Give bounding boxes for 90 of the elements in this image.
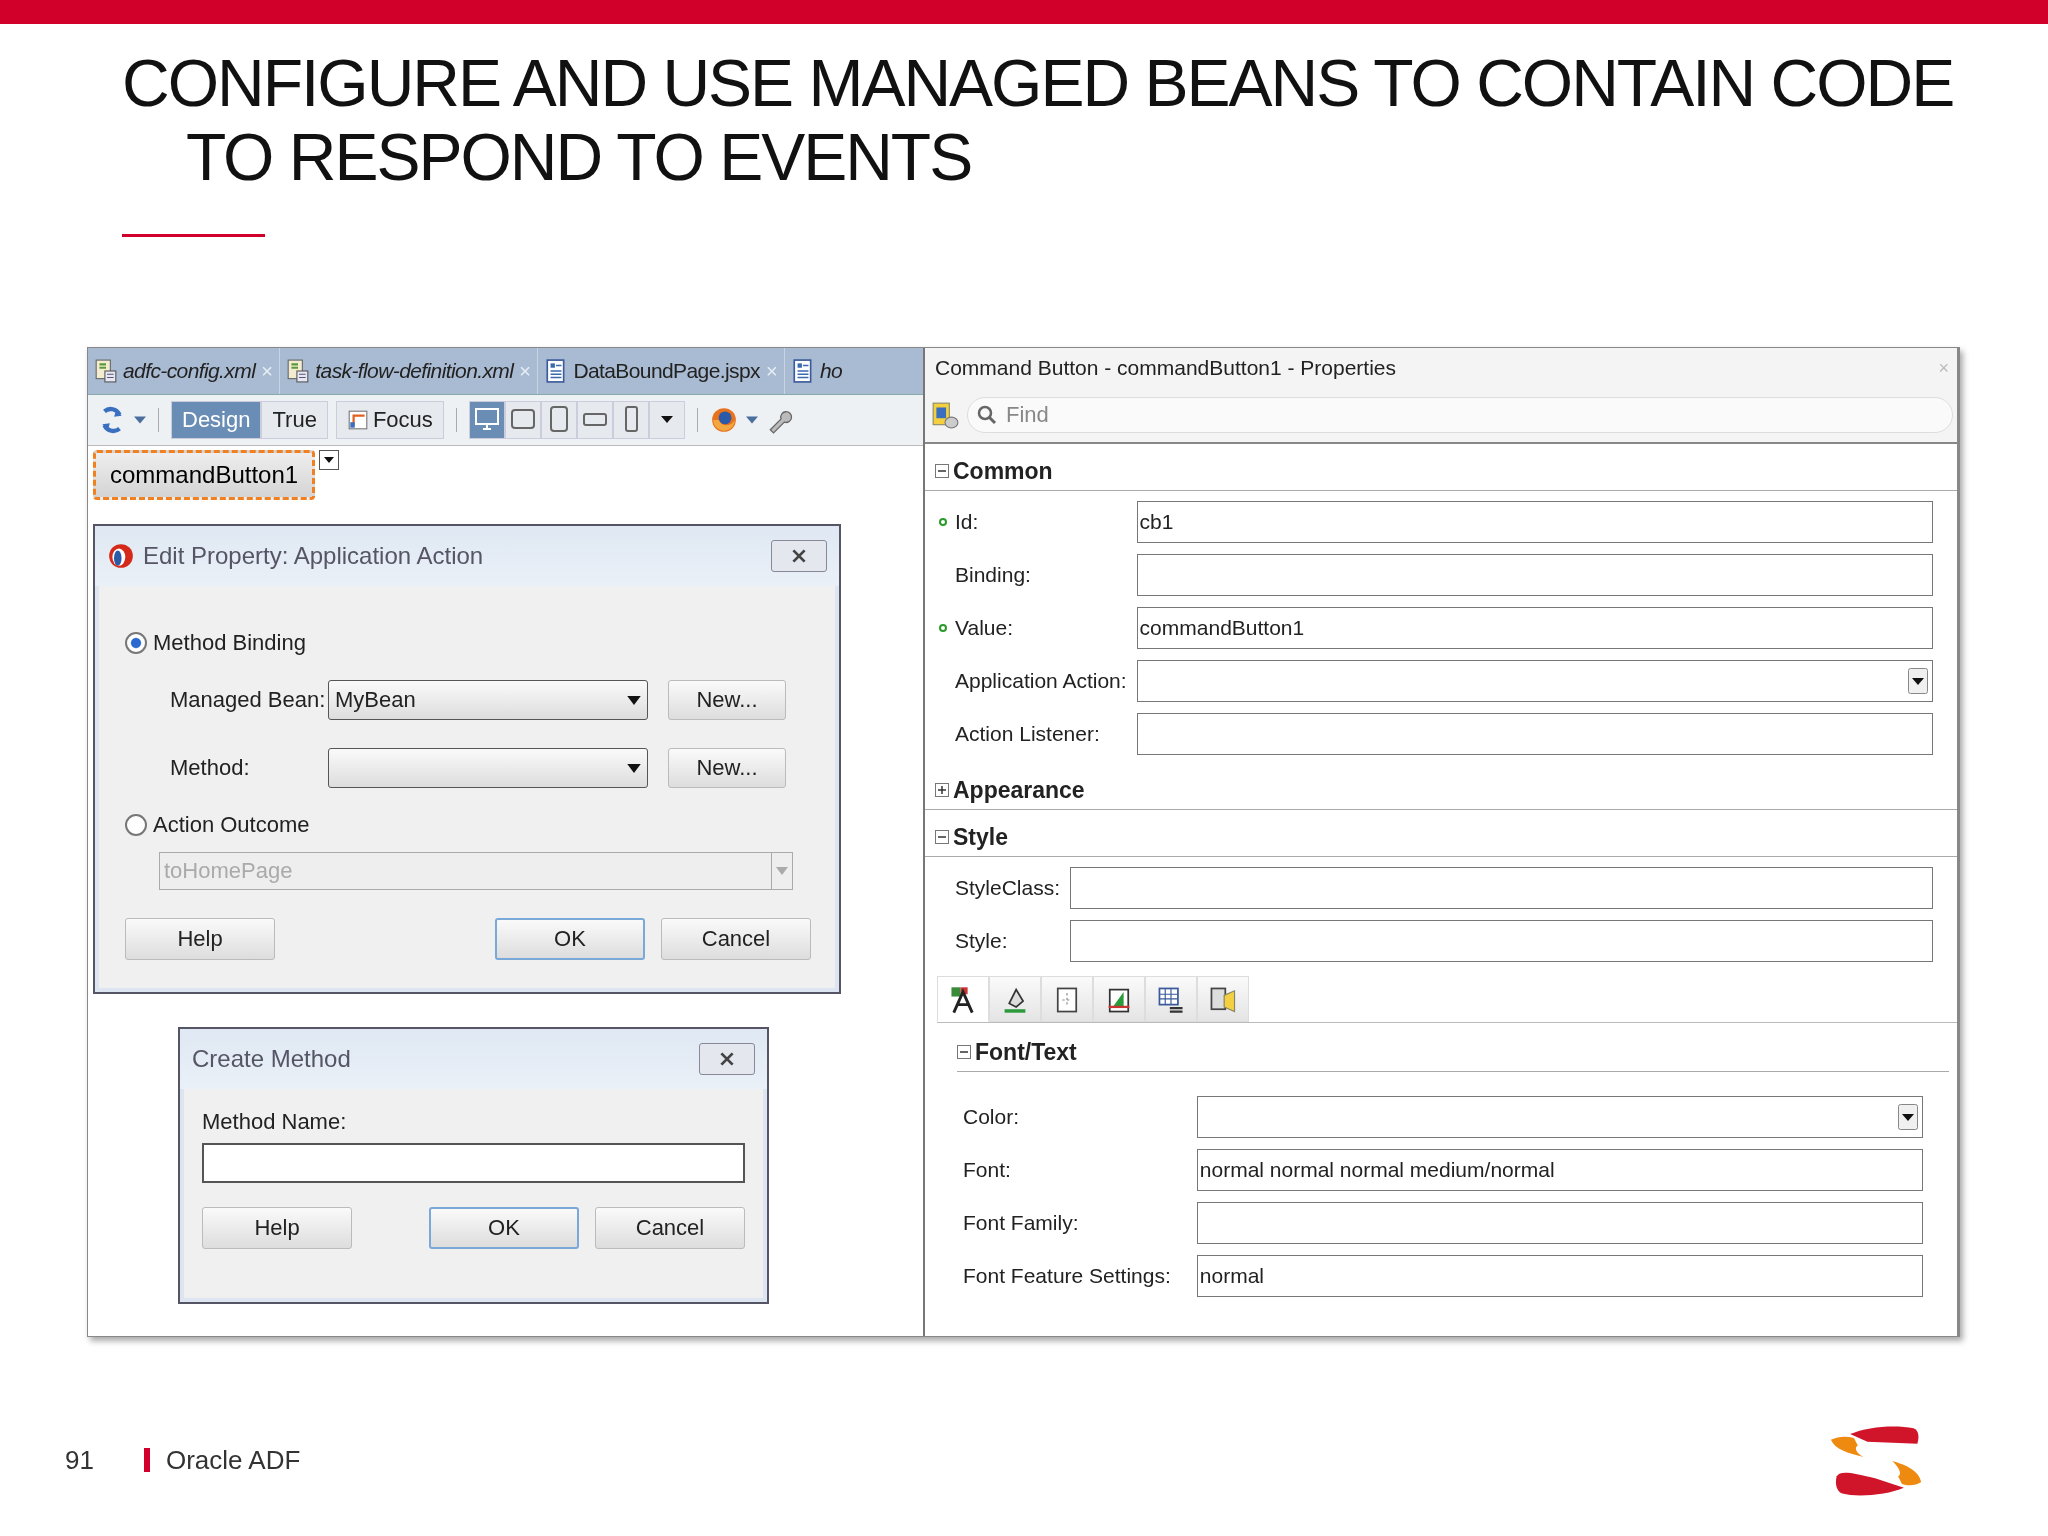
radio-option[interactable]: Action Outcome bbox=[125, 802, 811, 848]
field-label: Method Name: bbox=[202, 1109, 348, 1135]
xml-file-icon bbox=[95, 359, 117, 383]
ok-button[interactable]: OK bbox=[495, 918, 645, 960]
text-style-icon[interactable] bbox=[937, 976, 989, 1022]
tab-label: ho bbox=[820, 359, 843, 383]
tablet-icon[interactable] bbox=[504, 401, 541, 439]
caret-icon bbox=[627, 763, 641, 773]
property-field[interactable]: commandButton1 bbox=[1136, 607, 1933, 649]
xml-file-icon bbox=[287, 359, 310, 383]
property-label: Id: bbox=[939, 510, 1127, 534]
file-tab[interactable]: ho bbox=[785, 348, 845, 394]
method-name-field[interactable] bbox=[202, 1143, 745, 1183]
tab-label: adfc-config.xml bbox=[123, 359, 256, 383]
property-label: Font Family: bbox=[963, 1211, 1080, 1235]
property-field[interactable] bbox=[1070, 920, 1933, 962]
search-field[interactable]: Find bbox=[967, 397, 1953, 433]
property-field[interactable] bbox=[1196, 1202, 1923, 1244]
document-icon[interactable] bbox=[931, 401, 959, 429]
property-label: Action Listener: bbox=[954, 722, 1101, 746]
phone-icon[interactable] bbox=[576, 401, 613, 439]
property-label: StyleClass: bbox=[954, 876, 1061, 900]
slide-title: CONFIGURE AND USE MANAGED BEANS TO CONTAIN CODE TO RESPOND TO EVENTS bbox=[122, 46, 1955, 194]
command-button[interactable]: commandButton1 bbox=[93, 450, 316, 500]
phone-icon[interactable] bbox=[612, 401, 649, 439]
collapse-icon[interactable] bbox=[935, 830, 949, 844]
panel-title: Command Button - commandButton1 - Properties bbox=[935, 356, 1397, 380]
property-label: Color: bbox=[963, 1105, 1021, 1129]
new-button[interactable]: New... bbox=[668, 748, 786, 788]
caret-icon bbox=[627, 695, 641, 705]
dialog-title: Create Method bbox=[192, 1045, 352, 1073]
focus-button[interactable]: Focus bbox=[335, 401, 444, 439]
property-label: Font Feature Settings: bbox=[963, 1264, 1171, 1288]
cancel-button[interactable]: Cancel bbox=[661, 918, 811, 960]
tablet-icon[interactable] bbox=[540, 401, 577, 439]
dropdown-button[interactable] bbox=[1898, 1103, 1918, 1131]
caret-icon bbox=[776, 867, 788, 875]
close-icon[interactable] bbox=[699, 1043, 755, 1075]
tab-label: DataBoundPage.jspx bbox=[573, 359, 760, 383]
close-icon[interactable] bbox=[771, 540, 827, 572]
property-field[interactable]: normal bbox=[1196, 1255, 1923, 1297]
property-field[interactable] bbox=[1136, 713, 1933, 755]
tab-label: task-flow-definition.xml bbox=[315, 359, 514, 383]
file-tab[interactable]: adfc-config.xml × bbox=[88, 348, 281, 394]
section-header: Font/Text bbox=[975, 1038, 1077, 1066]
mode-button[interactable]: True bbox=[261, 401, 328, 439]
page-number: 91 bbox=[65, 1444, 94, 1476]
property-label: Binding: bbox=[954, 563, 1032, 587]
dropdown-field[interactable]: MyBean bbox=[328, 680, 648, 720]
property-label: Style: bbox=[954, 929, 1009, 953]
cancel-button[interactable]: Cancel bbox=[595, 1207, 745, 1249]
radio-option[interactable]: Method Binding bbox=[125, 620, 811, 666]
caret-icon[interactable] bbox=[648, 401, 685, 439]
field-label: Managed Bean: bbox=[170, 687, 327, 713]
collapse-icon[interactable] bbox=[935, 464, 949, 478]
property-label: Application Action: bbox=[954, 669, 1127, 693]
field-label: Method: bbox=[170, 755, 251, 781]
app-icon bbox=[107, 542, 135, 570]
property-field[interactable]: normal normal normal medium/normal bbox=[1196, 1149, 1923, 1191]
collapse-icon[interactable] bbox=[957, 1045, 971, 1059]
ok-button[interactable]: OK bbox=[429, 1207, 579, 1249]
section-header: Common bbox=[953, 457, 1053, 485]
property-label: Value: bbox=[939, 616, 1127, 640]
box-icon[interactable] bbox=[1041, 976, 1093, 1022]
section-header: Style bbox=[953, 823, 1008, 851]
property-label: Font: bbox=[963, 1158, 1012, 1182]
page-file-icon bbox=[792, 359, 814, 383]
paint-bucket-icon[interactable] bbox=[989, 976, 1041, 1022]
dialog-title: Edit Property: Application Action bbox=[143, 542, 485, 570]
file-tab[interactable]: DataBoundPage.jspx × bbox=[538, 348, 785, 394]
section-header: Appearance bbox=[953, 776, 1085, 804]
globe-icon[interactable] bbox=[709, 406, 738, 434]
file-tab[interactable]: task-flow-definition.xml × bbox=[280, 348, 539, 394]
new-button[interactable]: New... bbox=[668, 680, 786, 720]
property-field[interactable] bbox=[1070, 867, 1933, 909]
dropdown-field[interactable] bbox=[328, 748, 648, 788]
focus-icon bbox=[346, 409, 369, 431]
media-icon[interactable] bbox=[1197, 976, 1249, 1022]
property-field[interactable]: cb1 bbox=[1136, 501, 1933, 543]
help-button[interactable]: Help bbox=[202, 1207, 352, 1249]
dropdown-button[interactable] bbox=[1908, 667, 1928, 695]
search-icon bbox=[977, 405, 997, 425]
monitor-icon[interactable] bbox=[468, 401, 505, 439]
property-field[interactable] bbox=[1196, 1096, 1923, 1138]
help-button[interactable]: Help bbox=[125, 918, 275, 960]
table-icon[interactable] bbox=[1145, 976, 1197, 1022]
footer-text: Oracle ADF bbox=[165, 1444, 301, 1476]
property-field[interactable] bbox=[1136, 554, 1933, 596]
expand-icon[interactable] bbox=[935, 783, 949, 797]
property-field[interactable] bbox=[1136, 660, 1933, 702]
